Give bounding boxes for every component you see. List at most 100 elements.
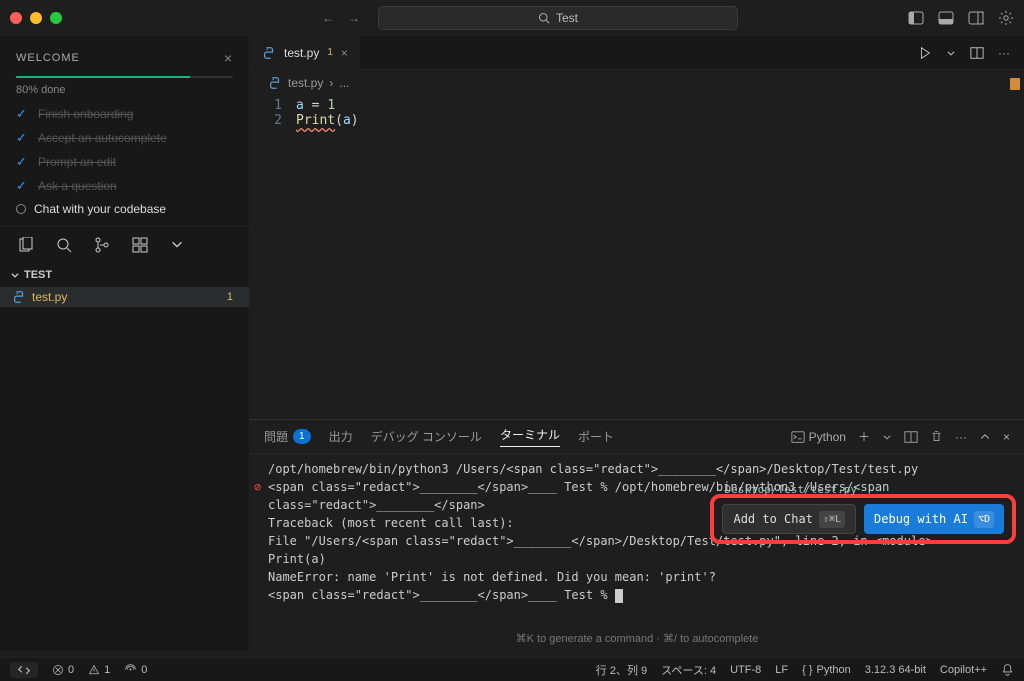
close-window-icon[interactable] bbox=[10, 12, 22, 24]
titlebar: ← → Test bbox=[0, 0, 1024, 36]
welcome-title: WELCOME bbox=[16, 52, 80, 64]
code-line: Print(a) bbox=[296, 113, 359, 128]
chevron-down-icon[interactable] bbox=[882, 432, 892, 442]
explorer-folder-header[interactable]: TEST bbox=[0, 263, 249, 287]
kbd-shortcut: ⌥D bbox=[974, 511, 994, 528]
python-file-icon bbox=[268, 76, 282, 90]
add-to-chat-button[interactable]: Add to Chat ⇧⌘L bbox=[722, 504, 856, 534]
status-language[interactable]: { } Python bbox=[802, 664, 851, 676]
search-label: Test bbox=[556, 11, 578, 25]
code-line: a = 1 bbox=[296, 98, 335, 113]
nav-arrows: ← → bbox=[322, 11, 360, 25]
python-file-icon bbox=[12, 290, 26, 304]
terminal-cursor bbox=[615, 589, 623, 603]
minimize-window-icon[interactable] bbox=[30, 12, 42, 24]
terminal-line: /opt/homebrew/bin/python3 /Users/<span c… bbox=[268, 460, 1014, 478]
check-icon: ✓ bbox=[16, 106, 30, 122]
nav-back-icon[interactable]: ← bbox=[322, 11, 334, 25]
nav-forward-icon[interactable]: → bbox=[348, 11, 360, 25]
line-number: 2 bbox=[250, 113, 296, 128]
minimap-marker[interactable] bbox=[1010, 78, 1020, 90]
search-icon[interactable] bbox=[56, 237, 72, 253]
status-warnings[interactable]: 1 bbox=[88, 664, 110, 676]
breadcrumb[interactable]: test.py › ... bbox=[250, 70, 1024, 96]
tab-close-icon[interactable]: × bbox=[341, 46, 348, 60]
close-panel-icon[interactable]: × bbox=[1003, 430, 1010, 444]
status-interpreter[interactable]: 3.12.3 64-bit bbox=[865, 664, 926, 676]
terminal-line: <span class="redact">________</span>____… bbox=[268, 586, 1014, 604]
check-icon: ✓ bbox=[16, 178, 30, 194]
debug-with-ai-button[interactable]: Debug with AI ⌥D bbox=[864, 504, 1004, 534]
layout-panel-icon[interactable] bbox=[938, 10, 954, 26]
welcome-check-item[interactable]: ✓Accept an autocomplete bbox=[16, 130, 233, 146]
close-icon[interactable]: × bbox=[224, 50, 233, 66]
bottom-panel: 問題 1 出力 デバッグ コンソール ターミナル ポート Python ＋ · bbox=[250, 419, 1024, 651]
radio-icon bbox=[16, 204, 26, 214]
file-row[interactable]: test.py 1 bbox=[0, 287, 249, 307]
code-editor[interactable]: 1a = 12Print(a) bbox=[250, 96, 1024, 130]
tab-problems[interactable]: 問題 1 bbox=[264, 428, 311, 445]
status-copilot[interactable]: Copilot++ bbox=[940, 664, 987, 676]
python-file-icon bbox=[262, 46, 276, 60]
run-icon[interactable] bbox=[918, 46, 932, 60]
file-name: test.py bbox=[32, 290, 67, 304]
split-editor-icon[interactable] bbox=[970, 46, 984, 60]
tabbar: test.py 1 × ··· bbox=[250, 36, 1024, 70]
terminal-line: Print(a) bbox=[268, 550, 1014, 568]
status-cursor[interactable]: 行 2、列 9 bbox=[596, 662, 647, 678]
tab-debug-console[interactable]: デバッグ コンソール bbox=[371, 428, 482, 445]
kbd-shortcut: ⇧⌘L bbox=[819, 511, 845, 528]
problems-count-badge: 1 bbox=[293, 429, 311, 444]
check-icon: ✓ bbox=[16, 130, 30, 146]
welcome-check-item[interactable]: ✓Finish onboarding bbox=[16, 106, 233, 122]
welcome-panel: WELCOME × 80% done ✓Finish onboarding✓Ac… bbox=[0, 36, 249, 226]
maximize-window-icon[interactable] bbox=[50, 12, 62, 24]
chevron-down-icon[interactable] bbox=[170, 237, 184, 253]
titlebar-right bbox=[908, 10, 1014, 26]
tabbar-actions: ··· bbox=[918, 36, 1024, 69]
popup-path: Desktop/Test/test.py bbox=[724, 482, 856, 499]
panel-actions: Python ＋ ··· × bbox=[791, 428, 1010, 445]
new-terminal-icon[interactable]: ＋ bbox=[858, 428, 870, 445]
source-control-icon[interactable] bbox=[94, 237, 110, 253]
layout-primary-icon[interactable] bbox=[908, 10, 924, 26]
settings-gear-icon[interactable] bbox=[998, 10, 1014, 26]
welcome-checklist: ✓Finish onboarding ✓Accept an autocomplet… bbox=[16, 106, 233, 216]
welcome-check-item[interactable]: ✓Ask a question bbox=[16, 178, 233, 194]
file-badge: 1 bbox=[227, 291, 237, 303]
editor-area: test.py 1 × ··· test.py › ... 1a = 12Pri… bbox=[250, 36, 1024, 651]
tab-test-py[interactable]: test.py 1 × bbox=[250, 36, 361, 69]
status-ports[interactable]: 0 bbox=[124, 663, 147, 676]
breadcrumb-file: test.py bbox=[288, 76, 323, 90]
remote-indicator[interactable] bbox=[10, 662, 38, 678]
tab-terminal[interactable]: ターミナル bbox=[500, 426, 560, 447]
welcome-check-item[interactable]: ✓Prompt an edit bbox=[16, 154, 233, 170]
trash-icon[interactable] bbox=[930, 430, 943, 443]
welcome-check-item[interactable]: Chat with your codebase bbox=[16, 202, 233, 216]
status-spaces[interactable]: スペース: 4 bbox=[661, 662, 716, 678]
layout-secondary-icon[interactable] bbox=[968, 10, 984, 26]
check-icon: ✓ bbox=[16, 154, 30, 170]
tab-ports[interactable]: ポート bbox=[578, 428, 614, 445]
chevron-up-icon[interactable] bbox=[979, 431, 991, 443]
more-icon[interactable]: ··· bbox=[998, 46, 1010, 60]
tab-output[interactable]: 出力 bbox=[329, 428, 353, 445]
statusbar: 0 1 0 行 2、列 9 スペース: 4 UTF-8 LF { } Pytho… bbox=[0, 657, 1024, 681]
explorer-icon[interactable] bbox=[18, 237, 34, 253]
chevron-down-icon[interactable] bbox=[946, 48, 956, 58]
split-terminal-icon[interactable] bbox=[904, 430, 918, 444]
window-controls bbox=[10, 12, 62, 24]
terminal-body[interactable]: /opt/homebrew/bin/python3 /Users/<span c… bbox=[250, 454, 1024, 651]
extensions-icon[interactable] bbox=[132, 237, 148, 253]
status-eol[interactable]: LF bbox=[775, 664, 788, 676]
sidebar: WELCOME × 80% done ✓Finish onboarding✓Ac… bbox=[0, 36, 250, 651]
terminal-profile-label[interactable]: Python bbox=[791, 430, 846, 444]
breadcrumb-symbol: ... bbox=[339, 76, 349, 90]
progress-bar bbox=[16, 76, 233, 78]
notifications-icon[interactable] bbox=[1001, 663, 1014, 676]
status-errors[interactable]: 0 bbox=[52, 664, 74, 676]
command-center[interactable]: Test bbox=[378, 6, 738, 30]
status-encoding[interactable]: UTF-8 bbox=[730, 664, 761, 676]
main: WELCOME × 80% done ✓Finish onboarding✓Ac… bbox=[0, 36, 1024, 651]
more-icon[interactable]: ··· bbox=[955, 430, 967, 444]
